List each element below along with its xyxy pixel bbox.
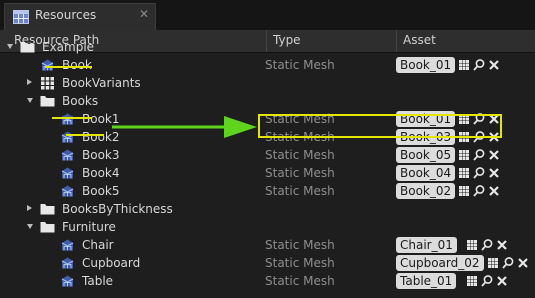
row-name: Book (62, 58, 92, 72)
row-name: Book5 (82, 184, 120, 198)
asset-clear-icon[interactable] (488, 148, 500, 162)
asset-browse-icon[interactable] (458, 148, 470, 162)
tree-row[interactable]: Books (0, 92, 535, 110)
row-name: Table (82, 274, 114, 288)
tab-strip: Resources ✕ (0, 0, 535, 30)
asset-search-icon[interactable] (502, 256, 514, 270)
tree-row[interactable]: BookVariants (0, 74, 535, 92)
row-type: Static Mesh (265, 274, 335, 288)
asset-field[interactable]: Chair_01 (396, 237, 457, 253)
asset-field[interactable]: Book_04 (396, 165, 456, 181)
grid-icon (41, 77, 54, 90)
tree-row[interactable]: BooksByThickness (0, 200, 535, 218)
folder-icon (40, 96, 55, 107)
tree-row[interactable]: Book Static Mesh Book_01 (0, 56, 535, 74)
row-type: Static Mesh (265, 184, 335, 198)
static-mesh-icon (61, 275, 74, 287)
asset-clear-icon[interactable] (488, 184, 500, 198)
row-name: Furniture (62, 220, 116, 234)
tree-row[interactable]: Example (0, 38, 535, 56)
row-name: Example (42, 40, 95, 54)
asset-clear-icon[interactable] (488, 166, 500, 180)
table-icon (13, 10, 29, 24)
asset-search-icon[interactable] (473, 166, 485, 180)
row-type: Static Mesh (265, 238, 335, 252)
asset-field[interactable]: Book_02 (396, 183, 456, 199)
collapse-arrow-icon[interactable] (27, 205, 32, 211)
asset-browse-icon[interactable] (487, 256, 499, 270)
static-mesh-icon (61, 131, 74, 143)
asset-browse-icon[interactable] (466, 274, 478, 288)
resources-panel: Resource Path Type Asset Example Book Stat… (0, 30, 535, 298)
row-name: Chair (82, 238, 114, 252)
folder-icon (40, 222, 55, 233)
row-type: Static Mesh (265, 256, 335, 270)
row-type: Static Mesh (265, 58, 335, 72)
asset-search-icon[interactable] (473, 184, 485, 198)
asset-field[interactable]: Book_05 (396, 147, 456, 163)
tree-row[interactable]: Book4 Static Mesh Book_04 (0, 164, 535, 182)
static-mesh-icon (61, 113, 74, 125)
static-mesh-icon (61, 167, 74, 179)
row-name: BookVariants (62, 76, 141, 90)
tab-title: Resources (35, 8, 97, 22)
annotation-underline-books (52, 117, 92, 119)
row-name: BooksByThickness (62, 202, 173, 216)
static-mesh-icon (41, 59, 54, 71)
asset-field[interactable]: Book_01 (396, 57, 456, 73)
close-icon[interactable]: ✕ (139, 7, 149, 21)
static-mesh-icon (61, 185, 74, 197)
static-mesh-icon (61, 149, 74, 161)
expand-arrow-icon[interactable] (27, 224, 33, 229)
asset-browse-icon[interactable] (458, 184, 470, 198)
static-mesh-icon (61, 257, 74, 269)
row-type: Static Mesh (265, 166, 335, 180)
tab-resources[interactable]: Resources ✕ (4, 3, 156, 30)
tree-row[interactable]: Chair Static Mesh Chair_01 (0, 236, 535, 254)
annotation-underline-book1 (66, 134, 104, 136)
collapse-arrow-icon[interactable] (27, 79, 32, 85)
asset-clear-icon[interactable] (496, 238, 508, 252)
row-name: Book4 (82, 166, 120, 180)
asset-field[interactable]: Cupboard_02 (396, 255, 484, 271)
annotation-highlight-box (258, 114, 502, 138)
asset-clear-icon[interactable] (496, 274, 508, 288)
asset-search-icon[interactable] (480, 238, 493, 252)
expand-arrow-icon[interactable] (27, 98, 33, 103)
expand-arrow-icon[interactable] (7, 44, 13, 49)
annotation-underline-example (45, 66, 92, 68)
row-name: Cupboard (82, 256, 141, 270)
folder-icon (20, 42, 35, 53)
static-mesh-icon (61, 239, 74, 251)
annotation-arrow (112, 116, 257, 138)
tree-row[interactable]: Book3 Static Mesh Book_05 (0, 146, 535, 164)
asset-browse-icon[interactable] (458, 58, 470, 72)
tree-row[interactable]: Cupboard Static Mesh Cupboard_02 (0, 254, 535, 272)
tree-row[interactable]: Book5 Static Mesh Book_02 (0, 182, 535, 200)
row-name: Book3 (82, 148, 120, 162)
row-name: Books (62, 94, 99, 108)
asset-search-icon[interactable] (480, 274, 493, 288)
asset-clear-icon[interactable] (517, 256, 529, 270)
asset-browse-icon[interactable] (466, 238, 478, 252)
asset-clear-icon[interactable] (488, 58, 500, 72)
asset-browse-icon[interactable] (458, 166, 470, 180)
tree-row[interactable]: Table Static Mesh Table_01 (0, 272, 535, 290)
asset-search-icon[interactable] (473, 58, 485, 72)
asset-search-icon[interactable] (473, 148, 485, 162)
tree-row[interactable]: Furniture (0, 218, 535, 236)
folder-icon (40, 204, 55, 215)
asset-field[interactable]: Table_01 (396, 273, 457, 289)
row-type: Static Mesh (265, 148, 335, 162)
